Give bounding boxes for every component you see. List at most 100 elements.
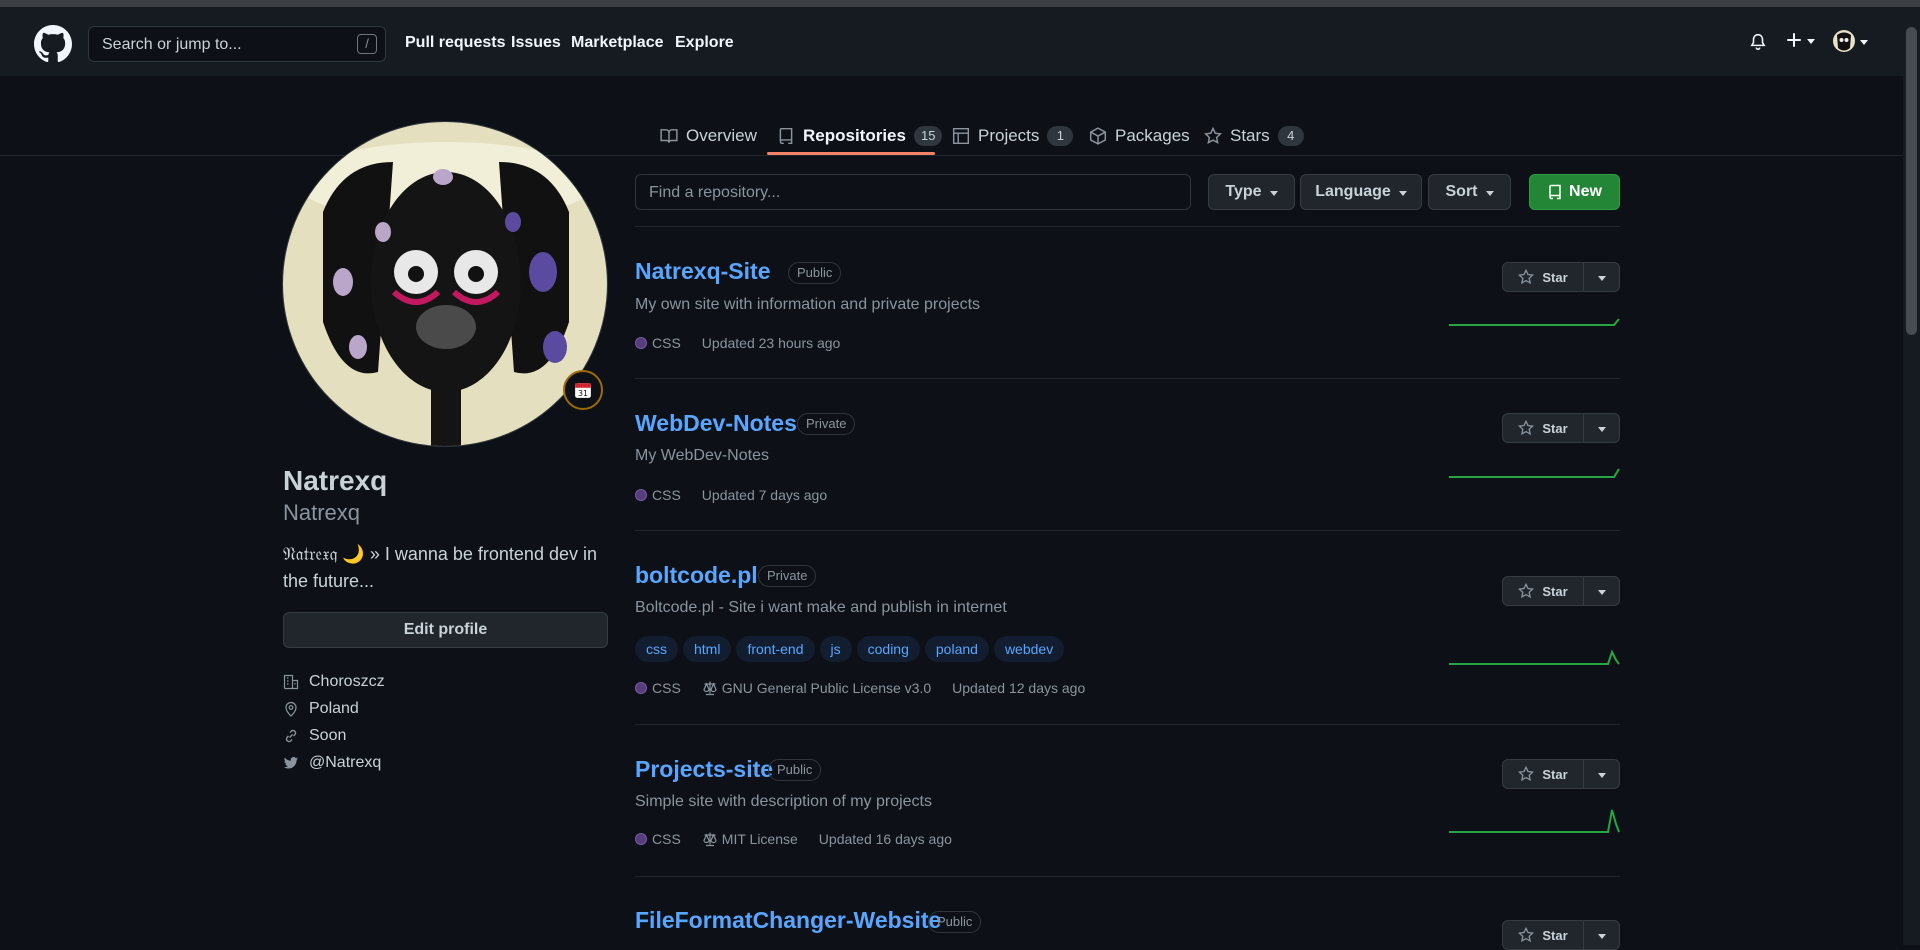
star-icon — [1518, 927, 1535, 943]
law-scale-icon — [703, 832, 717, 847]
chevron-down-icon — [1269, 190, 1278, 196]
svg-text:31: 31 — [578, 389, 588, 398]
topic-tag[interactable]: webdev — [993, 636, 1065, 662]
search-shortcut-key: / — [357, 34, 377, 54]
repo-language: CSS — [652, 831, 681, 847]
language-color-dot — [635, 833, 647, 845]
bell-icon[interactable] — [1749, 33, 1767, 51]
chevron-down-icon — [1597, 772, 1606, 778]
star-list-dropdown[interactable] — [1584, 413, 1620, 443]
repo-meta: CSS MIT License Updated 16 days ago — [635, 831, 952, 847]
star-list-dropdown[interactable] — [1584, 576, 1620, 606]
user-menu[interactable] — [1832, 29, 1868, 53]
star-label: Star — [1542, 583, 1568, 599]
type-filter-label: Type — [1225, 183, 1262, 200]
language-filter-label: Language — [1315, 183, 1391, 200]
type-filter-button[interactable]: Type — [1208, 174, 1295, 210]
star-button-group: Star — [1502, 759, 1620, 789]
repo-name-link[interactable]: WebDev-Notes — [635, 410, 797, 437]
repo-meta: CSS GNU General Public License v3.0 Upda… — [635, 680, 1085, 696]
nav-explore[interactable]: Explore — [675, 34, 734, 52]
topic-tag[interactable]: js — [819, 636, 852, 662]
nav-pull-requests[interactable]: Pull requests — [405, 34, 505, 52]
sort-button[interactable]: Sort — [1428, 174, 1511, 210]
repo-icon — [1549, 184, 1561, 200]
package-icon — [1089, 127, 1107, 145]
set-status-button[interactable]: 31 — [563, 370, 603, 410]
organization-icon — [283, 674, 299, 690]
stars-count-badge: 4 — [1277, 126, 1304, 146]
new-repository-button[interactable]: New — [1529, 174, 1620, 210]
repo-name-link[interactable]: boltcode.pl — [635, 562, 758, 589]
star-label: Star — [1542, 420, 1568, 436]
star-button-group: Star — [1502, 413, 1620, 443]
nav-marketplace[interactable]: Marketplace — [571, 34, 664, 52]
language-color-dot — [635, 337, 647, 349]
twitter-handle[interactable]: @Natrexq — [309, 754, 381, 772]
projects-count-badge: 1 — [1047, 126, 1074, 146]
list-divider — [635, 876, 1620, 877]
topic-tag[interactable]: css — [635, 636, 678, 662]
repo-language: CSS — [652, 680, 681, 696]
topic-tag[interactable]: html — [683, 636, 732, 662]
list-divider — [635, 724, 1620, 725]
company-text: Choroszcz — [309, 673, 385, 690]
page-scrollbar[interactable] — [1903, 7, 1920, 945]
calendar-emoji-icon: 31 — [575, 383, 591, 398]
github-logo-icon[interactable] — [34, 25, 72, 63]
language-filter-button[interactable]: Language — [1300, 174, 1422, 210]
tab-stars[interactable]: Stars 4 — [1204, 118, 1304, 154]
repo-meta: CSS Updated 23 hours ago — [635, 335, 840, 351]
repo-updated: Updated 23 hours ago — [701, 335, 841, 351]
topic-tag[interactable]: poland — [924, 636, 989, 662]
repo-updated: Updated 16 days ago — [818, 831, 952, 847]
website-text[interactable]: Soon — [309, 727, 346, 745]
topic-tag[interactable]: front-end — [736, 636, 815, 662]
repo-name-link[interactable]: Projects-site — [635, 756, 773, 783]
global-search-input[interactable]: Search or jump to... / — [88, 26, 386, 62]
link-icon — [285, 729, 297, 743]
star-list-dropdown[interactable] — [1584, 920, 1620, 950]
star-list-dropdown[interactable] — [1584, 262, 1620, 292]
project-table-icon — [952, 127, 970, 145]
tabs-divider — [0, 155, 1903, 156]
topic-tag[interactable]: coding — [856, 636, 920, 662]
location-text: Poland — [309, 700, 359, 717]
star-button[interactable]: Star — [1502, 576, 1584, 606]
repo-name-link[interactable]: FileFormatChanger-Website — [635, 907, 941, 934]
scrollbar-thumb[interactable] — [1906, 27, 1917, 335]
tab-projects[interactable]: Projects 1 — [952, 118, 1074, 154]
list-divider — [635, 378, 1620, 379]
visibility-badge: Private — [758, 565, 817, 587]
nav-issues[interactable]: Issues — [511, 34, 561, 52]
star-button[interactable]: Star — [1502, 413, 1584, 443]
star-button[interactable]: Star — [1502, 920, 1584, 950]
star-list-dropdown[interactable] — [1584, 759, 1620, 789]
repo-description: My WebDev-Notes — [635, 447, 769, 464]
tab-overview[interactable]: Overview — [660, 118, 757, 154]
repo-name-link[interactable]: Natrexq-Site — [635, 258, 770, 285]
star-button[interactable]: Star — [1502, 759, 1584, 789]
repo-description: My own site with information and private… — [635, 296, 981, 313]
profile-avatar[interactable] — [282, 121, 608, 447]
tab-repositories[interactable]: Repositories 15 — [777, 118, 943, 154]
profile-website[interactable]: Soon — [283, 727, 346, 745]
star-label: Star — [1542, 269, 1568, 285]
repo-count-badge: 15 — [913, 126, 943, 146]
repo-license: GNU General Public License v3.0 — [721, 680, 932, 696]
activity-sparkline — [1449, 649, 1620, 665]
star-button-group: Star — [1502, 576, 1620, 606]
star-label: Star — [1542, 766, 1568, 782]
create-new-menu[interactable] — [1785, 31, 1815, 49]
tab-packages[interactable]: Packages — [1089, 118, 1190, 154]
sort-label: Sort — [1445, 183, 1478, 200]
edit-profile-button[interactable]: Edit profile — [283, 612, 608, 648]
repo-description: Boltcode.pl - Site i want make and publi… — [635, 599, 1007, 616]
visibility-badge: Public — [768, 759, 822, 781]
find-repository-input[interactable]: Find a repository... — [635, 174, 1191, 210]
star-label: Star — [1542, 927, 1568, 943]
chevron-down-icon — [1485, 190, 1494, 196]
star-button[interactable]: Star — [1502, 262, 1584, 292]
profile-twitter[interactable]: @Natrexq — [283, 754, 381, 772]
star-icon — [1518, 766, 1535, 782]
